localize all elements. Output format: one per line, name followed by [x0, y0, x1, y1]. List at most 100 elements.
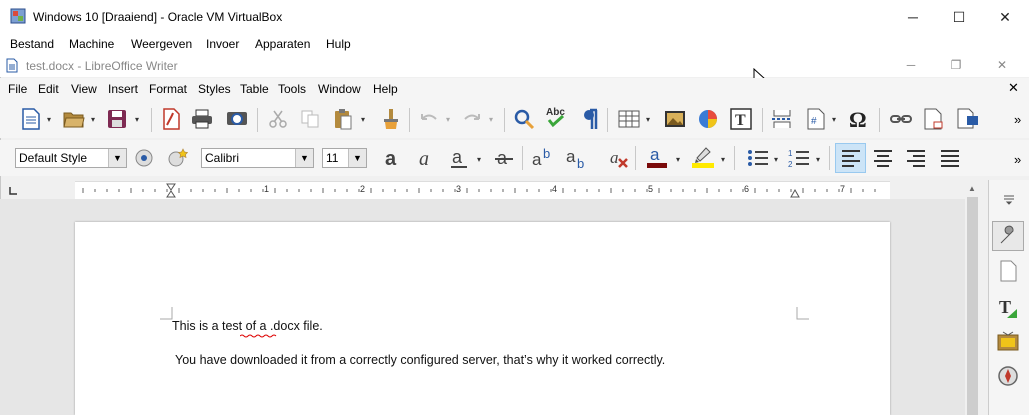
font-size-select[interactable]: 11 ▼ [322, 148, 367, 168]
menu-tools[interactable]: Tools [278, 82, 306, 96]
scroll-up-icon[interactable]: ▲ [968, 184, 976, 193]
align-right-icon[interactable] [903, 145, 929, 171]
insert-image-icon[interactable] [662, 106, 688, 132]
properties-wrench-icon[interactable] [992, 221, 1024, 251]
menu-styles[interactable]: Styles [198, 82, 231, 96]
menu-help[interactable]: Help [373, 82, 398, 96]
document-line-1[interactable]: This is a test of a .docx file. [172, 319, 323, 333]
writer-close-button[interactable]: ✕ [987, 55, 1017, 75]
vbox-menu-invoer[interactable]: Invoer [206, 37, 239, 51]
numbered-list-icon[interactable]: 12 [786, 145, 812, 171]
right-indent-marker[interactable] [790, 188, 800, 198]
print-preview-icon[interactable] [224, 106, 250, 132]
horizontal-ruler[interactable]: 1 2 3 4 5 6 7 [75, 181, 890, 200]
subscript-icon[interactable]: ab [564, 145, 590, 171]
clone-formatting-icon[interactable] [377, 106, 403, 132]
toolbar-overflow-icon[interactable]: » [1014, 152, 1021, 167]
open-folder-icon[interactable] [61, 106, 87, 132]
font-name-select[interactable]: Calibri ▼ [201, 148, 314, 168]
bulleted-list-icon[interactable] [745, 145, 771, 171]
formatting-marks-icon[interactable] [578, 106, 604, 132]
cut-icon[interactable] [265, 106, 291, 132]
chevron-down-icon[interactable]: ▼ [108, 149, 126, 167]
insert-table-icon[interactable] [616, 106, 642, 132]
clear-formatting-icon[interactable]: a [606, 145, 632, 171]
print-icon[interactable] [189, 106, 215, 132]
redo-icon[interactable] [459, 106, 485, 132]
writer-restore-button[interactable]: ❐ [941, 55, 971, 75]
strikethrough-icon[interactable]: a [491, 145, 517, 171]
menu-edit[interactable]: Edit [38, 82, 59, 96]
menu-file[interactable]: File [8, 82, 27, 96]
table-dropdown-icon[interactable]: ▾ [646, 115, 654, 124]
justify-icon[interactable] [937, 145, 963, 171]
paste-icon[interactable] [330, 106, 356, 132]
numbering-dropdown-icon[interactable]: ▾ [816, 155, 824, 164]
vbox-menu-apparaten[interactable]: Apparaten [255, 37, 310, 51]
document-line-2[interactable]: You have downloaded it from a correctly … [175, 353, 665, 367]
menu-view[interactable]: View [71, 82, 97, 96]
bullets-dropdown-icon[interactable]: ▾ [774, 155, 782, 164]
vbox-menu-machine[interactable]: Machine [69, 37, 114, 51]
underline-icon[interactable]: a [446, 145, 472, 171]
close-document-button[interactable]: ✕ [1008, 80, 1019, 96]
new-dropdown-icon[interactable]: ▾ [47, 115, 55, 124]
open-dropdown-icon[interactable]: ▾ [91, 115, 99, 124]
field-dropdown-icon[interactable]: ▾ [832, 115, 840, 124]
menu-table[interactable]: Table [240, 82, 269, 96]
vbox-menu-hulp[interactable]: Hulp [326, 37, 351, 51]
page-panel-icon[interactable] [995, 258, 1021, 284]
redo-dropdown-icon[interactable]: ▾ [489, 115, 497, 124]
tab-stop-selector-icon[interactable] [9, 184, 17, 195]
font-color-dropdown-icon[interactable]: ▾ [676, 155, 684, 164]
page-break-icon[interactable] [769, 106, 795, 132]
special-character-icon[interactable]: Ω [846, 105, 872, 131]
align-center-icon[interactable] [870, 145, 896, 171]
navigator-compass-icon[interactable] [995, 363, 1021, 389]
insert-chart-icon[interactable] [695, 106, 721, 132]
paragraph-style-select[interactable]: Default Style ▼ [15, 148, 127, 168]
highlight-dropdown-icon[interactable]: ▾ [721, 155, 729, 164]
bold-icon[interactable]: a [380, 145, 406, 171]
vbox-menu-bestand[interactable]: Bestand [10, 37, 54, 51]
new-style-icon[interactable] [164, 145, 190, 171]
maximize-button[interactable]: ☐ [936, 0, 982, 34]
styles-panel-icon[interactable]: T [995, 295, 1021, 321]
undo-icon[interactable] [416, 106, 442, 132]
paste-dropdown-icon[interactable]: ▾ [361, 115, 369, 124]
close-button[interactable]: ✕ [982, 0, 1028, 34]
italic-icon[interactable]: a [413, 145, 439, 171]
undo-dropdown-icon[interactable]: ▾ [446, 115, 454, 124]
export-pdf-icon[interactable] [158, 106, 184, 132]
scrollbar-thumb[interactable] [967, 197, 978, 415]
menu-insert[interactable]: Insert [108, 82, 138, 96]
hyperlink-icon[interactable] [888, 106, 914, 132]
underline-dropdown-icon[interactable]: ▾ [477, 155, 485, 164]
new-document-icon[interactable] [18, 106, 44, 132]
writer-minimize-button[interactable]: ─ [896, 55, 926, 75]
spelling-icon[interactable]: Abc [544, 104, 570, 130]
highlight-color-icon[interactable] [690, 144, 716, 170]
footnote-icon[interactable] [920, 106, 946, 132]
sidebar-menu-icon[interactable] [996, 186, 1022, 212]
comment-icon[interactable] [955, 106, 981, 132]
menu-format[interactable]: Format [149, 82, 187, 96]
vbox-menu-weergeven[interactable]: Weergeven [131, 37, 192, 51]
chevron-down-icon[interactable]: ▼ [348, 149, 366, 167]
minimize-button[interactable]: ─ [890, 0, 936, 34]
align-left-icon[interactable] [835, 143, 866, 173]
save-dropdown-icon[interactable]: ▾ [135, 115, 143, 124]
save-icon[interactable] [104, 106, 130, 132]
copy-icon[interactable] [297, 106, 323, 132]
superscript-icon[interactable]: ab [530, 145, 556, 171]
find-replace-icon[interactable] [511, 106, 537, 132]
menu-window[interactable]: Window [318, 82, 361, 96]
update-style-icon[interactable] [131, 145, 157, 171]
gallery-panel-icon[interactable] [995, 328, 1021, 354]
insert-textbox-icon[interactable]: T [728, 106, 754, 132]
document-page[interactable]: This is a test of a .docx file. You have… [75, 222, 890, 415]
left-indent-marker[interactable] [166, 183, 176, 198]
chevron-down-icon[interactable]: ▼ [295, 149, 313, 167]
font-color-icon[interactable]: a [644, 144, 670, 170]
insert-field-icon[interactable]: # [803, 106, 829, 132]
